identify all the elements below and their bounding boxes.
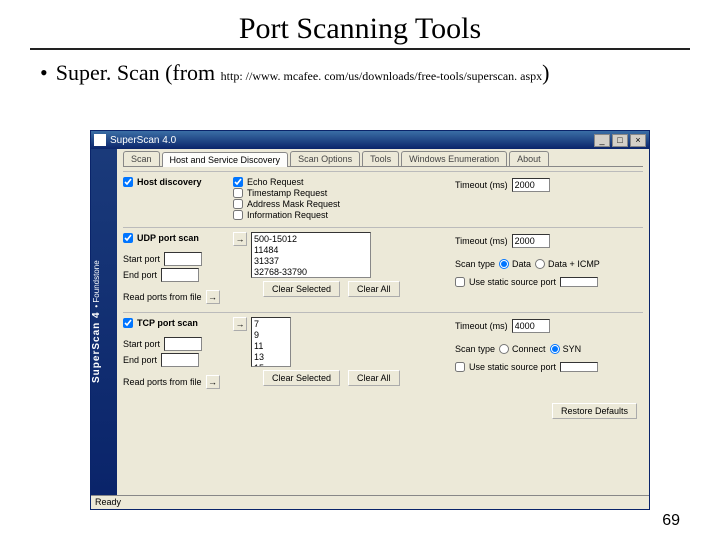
window-title: SuperScan 4.0 bbox=[110, 135, 176, 146]
tcp-radio-connect[interactable]: Connect bbox=[499, 344, 546, 354]
host-discovery-label: Host discovery bbox=[137, 177, 202, 187]
udp-clear-selected-button[interactable]: Clear Selected bbox=[263, 281, 340, 297]
timestamp-request-checkbox[interactable]: Timestamp Request bbox=[233, 188, 443, 198]
udp-clear-all-button[interactable]: Clear All bbox=[348, 281, 400, 297]
information-request-checkbox[interactable]: Information Request bbox=[233, 210, 443, 220]
tcp-timeout-input[interactable] bbox=[512, 319, 550, 333]
tab-scan-options[interactable]: Scan Options bbox=[290, 151, 360, 166]
tab-scan[interactable]: Scan bbox=[123, 151, 160, 166]
udp-port-list[interactable]: 500-15012 11484 31337 32768-33790 34555 bbox=[251, 232, 371, 278]
tcp-scan-checkbox[interactable]: TCP port scan bbox=[123, 318, 233, 328]
udp-source-port-input[interactable] bbox=[560, 277, 598, 287]
udp-timeout-label: Timeout (ms) bbox=[455, 236, 508, 246]
host-timeout-label: Timeout (ms) bbox=[455, 180, 508, 190]
tcp-section: TCP port scan Start port End port Read p… bbox=[123, 312, 643, 397]
tab-tools[interactable]: Tools bbox=[362, 151, 399, 166]
maximize-button[interactable]: □ bbox=[612, 134, 628, 147]
tcp-timeout-label: Timeout (ms) bbox=[455, 321, 508, 331]
udp-end-input[interactable] bbox=[161, 268, 199, 282]
udp-scantype-label: Scan type bbox=[455, 259, 495, 269]
host-discovery-section: Host discovery Echo Request Timestamp Re… bbox=[123, 171, 643, 227]
tcp-scan-label: TCP port scan bbox=[137, 318, 198, 328]
tcp-scantype-label: Scan type bbox=[455, 344, 495, 354]
titlebar: SuperScan 4.0 _ □ × bbox=[91, 131, 649, 149]
tcp-radio-syn[interactable]: SYN bbox=[550, 344, 582, 354]
bullet-url: http: //www. mcafee. com/us/downloads/fr… bbox=[221, 69, 542, 83]
echo-request-checkbox[interactable]: Echo Request bbox=[233, 177, 443, 187]
tcp-port-list[interactable]: 7 9 11 13 15 bbox=[251, 317, 291, 367]
tcp-add-button[interactable]: → bbox=[233, 317, 247, 331]
page-number: 69 bbox=[662, 512, 680, 530]
tcp-readfile-button[interactable]: → bbox=[206, 375, 220, 389]
brand-sub-text: Foundstone bbox=[92, 261, 101, 303]
brand-main: SuperScan 4 bbox=[91, 312, 102, 384]
tab-strip: Scan Host and Service Discovery Scan Opt… bbox=[123, 151, 643, 167]
tcp-end-input[interactable] bbox=[161, 353, 199, 367]
udp-scan-label: UDP port scan bbox=[137, 233, 199, 243]
restore-defaults-button[interactable]: Restore Defaults bbox=[552, 403, 637, 419]
udp-radio-data[interactable]: Data bbox=[499, 259, 531, 269]
udp-start-label: Start port bbox=[123, 254, 160, 264]
udp-end-label: End port bbox=[123, 270, 157, 280]
host-discovery-check[interactable] bbox=[123, 177, 133, 187]
address-mask-checkbox[interactable]: Address Mask Request bbox=[233, 199, 443, 209]
brand-sub: • bbox=[92, 303, 101, 308]
tcp-source-port-checkbox[interactable]: Use static source port bbox=[455, 362, 643, 372]
status-bar: Ready bbox=[91, 495, 649, 509]
udp-add-button[interactable]: → bbox=[233, 232, 247, 246]
udp-readfile-label: Read ports from file bbox=[123, 292, 202, 302]
tab-host-discovery[interactable]: Host and Service Discovery bbox=[162, 152, 289, 167]
bullet-suffix: ) bbox=[542, 60, 549, 85]
tcp-end-label: End port bbox=[123, 355, 157, 365]
udp-timeout-input[interactable] bbox=[512, 234, 550, 248]
tab-windows-enum[interactable]: Windows Enumeration bbox=[401, 151, 507, 166]
status-text: Ready bbox=[95, 497, 121, 507]
bullet-dot: • bbox=[40, 60, 48, 85]
tcp-clear-selected-button[interactable]: Clear Selected bbox=[263, 370, 340, 386]
divider bbox=[30, 48, 690, 50]
app-window: SuperScan 4.0 _ □ × SuperScan 4 • Founds… bbox=[90, 130, 650, 510]
host-discovery-checkbox[interactable]: Host discovery bbox=[123, 177, 233, 187]
bullet-text: Super. Scan (from bbox=[56, 60, 221, 85]
tcp-start-input[interactable] bbox=[164, 337, 202, 351]
bullet-line: • Super. Scan (from http: //www. mcafee. … bbox=[40, 60, 690, 86]
udp-start-input[interactable] bbox=[164, 252, 202, 266]
udp-radio-icmp[interactable]: Data + ICMP bbox=[535, 259, 600, 269]
minimize-button[interactable]: _ bbox=[594, 134, 610, 147]
host-timeout-input[interactable] bbox=[512, 178, 550, 192]
tcp-start-label: Start port bbox=[123, 339, 160, 349]
app-icon bbox=[94, 134, 106, 146]
udp-readfile-button[interactable]: → bbox=[206, 290, 220, 304]
udp-source-port-checkbox[interactable]: Use static source port bbox=[455, 277, 643, 287]
brand-sidebar: SuperScan 4 • Foundstone bbox=[91, 149, 117, 495]
slide-title: Port Scanning Tools bbox=[30, 12, 690, 46]
udp-scan-checkbox[interactable]: UDP port scan bbox=[123, 233, 233, 243]
tcp-readfile-label: Read ports from file bbox=[123, 377, 202, 387]
close-button[interactable]: × bbox=[630, 134, 646, 147]
tab-about[interactable]: About bbox=[509, 151, 549, 166]
udp-section: UDP port scan Start port End port Read p… bbox=[123, 227, 643, 312]
tcp-clear-all-button[interactable]: Clear All bbox=[348, 370, 400, 386]
tcp-source-port-input[interactable] bbox=[560, 362, 598, 372]
